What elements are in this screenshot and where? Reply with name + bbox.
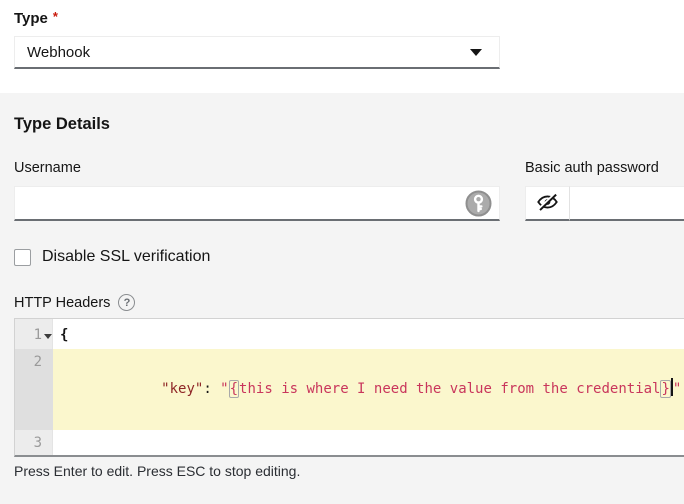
type-field-label-row: Type *: [14, 9, 670, 28]
disable-ssl-checkbox[interactable]: [14, 248, 31, 266]
editor-hint-text: Press Enter to edit. Press ESC to stop e…: [14, 463, 301, 479]
key-icon: [465, 190, 492, 220]
line-number: 2: [15, 349, 53, 430]
matched-close-brace: }: [660, 380, 671, 398]
type-select[interactable]: Webhook: [14, 36, 500, 69]
password-label: Basic auth password: [525, 160, 659, 176]
username-input[interactable]: [14, 186, 500, 221]
fold-arrow-icon[interactable]: [44, 334, 52, 339]
credential-lookup-button[interactable]: [465, 190, 492, 217]
code-token-key: "key": [144, 381, 204, 397]
http-headers-code-editor[interactable]: 1 { 2 "key": "{this is where I need the …: [14, 318, 684, 457]
code-line-3[interactable]: 3 "Content-Type": "application/json": [15, 430, 684, 455]
section-title: Type Details: [14, 115, 110, 133]
eye-slash-icon: [537, 192, 558, 214]
code-token: {: [60, 327, 69, 343]
type-select-value: Webhook: [27, 43, 91, 61]
password-field: Basic auth password: [525, 160, 684, 221]
code-line-1[interactable]: 1 {: [15, 322, 684, 349]
username-label: Username: [14, 160, 81, 176]
disable-ssl-label: Disable SSL verification: [42, 248, 211, 265]
line-number: 3: [33, 435, 42, 451]
http-headers-label-row: HTTP Headers ?: [14, 294, 684, 311]
credentials-row: Username Basic auth password: [14, 160, 684, 221]
username-input-wrap: [14, 186, 500, 221]
matched-open-brace: {: [228, 380, 240, 398]
help-question-icon[interactable]: ?: [118, 294, 136, 311]
ssl-verification-row: Disable SSL verification: [14, 248, 684, 266]
code-line-2-highlighted[interactable]: 2 "key": "{this is where I need the valu…: [15, 349, 684, 430]
password-input[interactable]: [570, 186, 684, 221]
type-details-section: Type Details Username Basic auth passwor…: [0, 93, 684, 504]
required-asterisk: *: [52, 9, 58, 24]
username-field: Username: [14, 160, 500, 221]
code-token-string: this is where I need the value from the …: [239, 381, 661, 397]
toggle-password-visibility-button[interactable]: [525, 186, 570, 221]
password-input-row: [525, 186, 684, 221]
line-number: 1: [15, 322, 53, 349]
caret-down-icon: [470, 48, 482, 56]
type-label: Type: [14, 10, 48, 27]
http-headers-label: HTTP Headers: [14, 294, 111, 311]
notification-type-form: Type * Webhook Type Details Username Bas…: [0, 0, 684, 504]
type-field-section: Type * Webhook: [0, 0, 684, 93]
